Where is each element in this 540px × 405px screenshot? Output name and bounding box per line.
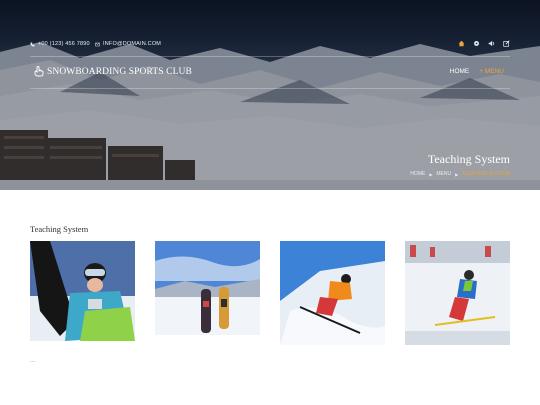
site-logo[interactable]: SNOWBOARDING SPORTS CLUB [34, 66, 192, 77]
nav-divider [30, 88, 510, 89]
breadcrumb-current: TEACHING SYSTEM [462, 171, 510, 177]
email-address: INFO@DOMAIN.COM [103, 41, 162, 47]
envelope-icon [95, 42, 100, 46]
nav-menu[interactable]: + MENU [479, 68, 504, 75]
top-info-bar: +00 (123) 456 7890 INFO@DOMAIN.COM [0, 36, 540, 52]
more-indicator: ... [30, 358, 36, 364]
speaker-icon[interactable] [488, 40, 495, 47]
hand-pointer-icon [34, 66, 44, 77]
social-icons [458, 40, 510, 47]
skier-orange-jacket-photo [280, 241, 385, 345]
gallery-item-4[interactable] [405, 241, 510, 345]
settings-icon[interactable] [473, 40, 480, 47]
chevron-right-icon: ▶ [455, 171, 459, 177]
nav-home[interactable]: HOME [450, 68, 470, 75]
gallery-item-3[interactable] [280, 241, 385, 345]
edit-icon[interactable] [503, 40, 510, 47]
site-title: SNOWBOARDING SPORTS CLUB [47, 66, 192, 77]
email-contact[interactable]: INFO@DOMAIN.COM [95, 41, 161, 47]
main-nav: HOME + MENU [450, 68, 504, 75]
phone-number: +00 (123) 456 7890 [38, 41, 90, 47]
phone-icon [30, 42, 35, 46]
gallery-item-2[interactable] [155, 241, 260, 335]
page-title: Teaching System [427, 152, 510, 166]
ski-racer-photo [405, 241, 510, 345]
breadcrumb-menu[interactable]: MENU [436, 171, 451, 177]
section-title: Teaching System [30, 224, 89, 234]
snowboarder-closeup-photo [30, 241, 135, 341]
breadcrumb-home[interactable]: HOME [410, 171, 425, 177]
topbar-divider [30, 56, 510, 57]
home-icon[interactable] [458, 40, 465, 47]
chevron-right-icon: ▶ [429, 171, 433, 177]
phone-contact[interactable]: +00 (123) 456 7890 [30, 41, 90, 47]
breadcrumb: HOME ▶ MENU ▶ TEACHING SYSTEM [410, 171, 510, 177]
snowboards-in-snow-photo [155, 241, 260, 335]
gallery-item-1[interactable] [30, 241, 135, 341]
